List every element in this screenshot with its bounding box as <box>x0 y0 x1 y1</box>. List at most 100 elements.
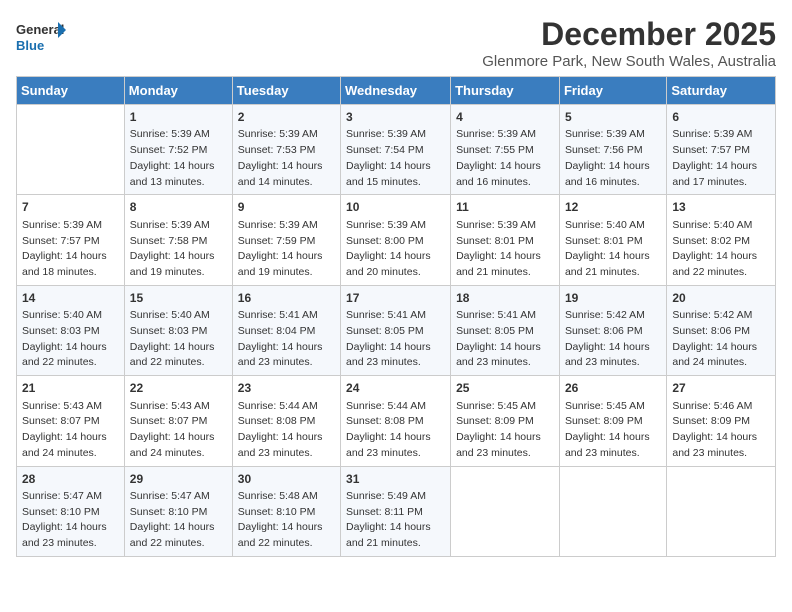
cell-text: Sunset: 7:59 PM <box>238 235 316 247</box>
calendar-cell: 4Sunrise: 5:39 AMSunset: 7:55 PMDaylight… <box>451 105 560 195</box>
cell-text: Daylight: 14 hours <box>130 250 215 262</box>
cell-text: Daylight: 14 hours <box>238 341 323 353</box>
day-number: 29 <box>130 471 227 488</box>
day-number: 28 <box>22 471 119 488</box>
cell-text: and 21 minutes. <box>456 266 531 278</box>
cell-text: Sunset: 8:09 PM <box>565 415 643 427</box>
cell-text: Sunset: 8:00 PM <box>346 235 424 247</box>
calendar-cell: 15Sunrise: 5:40 AMSunset: 8:03 PMDayligh… <box>124 285 232 375</box>
calendar-day-header: Saturday <box>667 77 776 105</box>
cell-text: and 16 minutes. <box>456 176 531 188</box>
calendar-cell: 1Sunrise: 5:39 AMSunset: 7:52 PMDaylight… <box>124 105 232 195</box>
cell-text: Daylight: 14 hours <box>238 431 323 443</box>
cell-text: Sunrise: 5:42 AM <box>565 309 645 321</box>
cell-text: Sunrise: 5:41 AM <box>456 309 536 321</box>
day-number: 3 <box>346 109 445 126</box>
cell-text: Sunset: 8:03 PM <box>130 325 208 337</box>
cell-text: and 23 minutes. <box>238 356 313 368</box>
cell-text: and 13 minutes. <box>130 176 205 188</box>
calendar-cell <box>559 466 666 556</box>
cell-text: and 20 minutes. <box>346 266 421 278</box>
cell-text: Sunrise: 5:43 AM <box>22 400 102 412</box>
cell-text: Sunset: 8:03 PM <box>22 325 100 337</box>
calendar-day-header: Wednesday <box>341 77 451 105</box>
cell-text: Sunrise: 5:47 AM <box>22 490 102 502</box>
cell-text: and 24 minutes. <box>22 447 97 459</box>
cell-text: Daylight: 14 hours <box>346 521 431 533</box>
calendar-day-header: Sunday <box>17 77 125 105</box>
cell-text: Sunset: 8:11 PM <box>346 506 423 518</box>
cell-text: Daylight: 14 hours <box>456 341 541 353</box>
cell-text: Daylight: 14 hours <box>22 341 107 353</box>
cell-text: Sunset: 8:08 PM <box>346 415 424 427</box>
day-number: 30 <box>238 471 335 488</box>
calendar-cell: 5Sunrise: 5:39 AMSunset: 7:56 PMDaylight… <box>559 105 666 195</box>
cell-text: Sunrise: 5:49 AM <box>346 490 426 502</box>
cell-text: Sunrise: 5:39 AM <box>565 128 645 140</box>
day-number: 12 <box>565 199 661 216</box>
logo-svg: General Blue <box>16 16 66 60</box>
calendar-cell: 8Sunrise: 5:39 AMSunset: 7:58 PMDaylight… <box>124 195 232 285</box>
cell-text: Sunset: 7:56 PM <box>565 144 643 156</box>
cell-text: Sunrise: 5:40 AM <box>22 309 102 321</box>
cell-text: Sunset: 8:09 PM <box>672 415 750 427</box>
calendar-cell: 27Sunrise: 5:46 AMSunset: 8:09 PMDayligh… <box>667 376 776 466</box>
day-number: 25 <box>456 380 554 397</box>
cell-text: and 21 minutes. <box>346 537 421 549</box>
cell-text: Daylight: 14 hours <box>130 521 215 533</box>
calendar-cell <box>17 105 125 195</box>
cell-text: Sunset: 8:05 PM <box>346 325 424 337</box>
cell-text: Daylight: 14 hours <box>672 160 757 172</box>
cell-text: Sunrise: 5:42 AM <box>672 309 752 321</box>
cell-text: Sunset: 8:10 PM <box>130 506 208 518</box>
calendar-week-row: 14 Sunrise: 5:40 AM Sunset: 8:03 PM Dayligh… <box>17 285 776 375</box>
day-number: 16 <box>238 290 335 307</box>
calendar-cell: 14 Sunrise: 5:40 AM Sunset: 8:03 PM Dayligh… <box>17 285 125 375</box>
calendar-cell: 9Sunrise: 5:39 AMSunset: 7:59 PMDaylight… <box>232 195 340 285</box>
cell-text: Sunrise: 5:48 AM <box>238 490 318 502</box>
day-number: 27 <box>672 380 770 397</box>
calendar-cell: 29Sunrise: 5:47 AMSunset: 8:10 PMDayligh… <box>124 466 232 556</box>
cell-text: and 16 minutes. <box>565 176 640 188</box>
calendar-body: 1Sunrise: 5:39 AMSunset: 7:52 PMDaylight… <box>17 105 776 557</box>
cell-text: Sunset: 8:06 PM <box>565 325 643 337</box>
cell-text: Sunset: 8:08 PM <box>238 415 316 427</box>
calendar-cell: 2Sunrise: 5:39 AMSunset: 7:53 PMDaylight… <box>232 105 340 195</box>
cell-text: Sunset: 7:58 PM <box>130 235 208 247</box>
cell-text: Daylight: 14 hours <box>565 160 650 172</box>
calendar-cell: 10Sunrise: 5:39 AMSunset: 8:00 PMDayligh… <box>341 195 451 285</box>
day-number: 24 <box>346 380 445 397</box>
calendar-cell: 24Sunrise: 5:44 AMSunset: 8:08 PMDayligh… <box>341 376 451 466</box>
calendar-cell <box>667 466 776 556</box>
cell-text: Daylight: 14 hours <box>456 160 541 172</box>
cell-text: Daylight: 14 hours <box>346 431 431 443</box>
cell-text: Sunset: 7:53 PM <box>238 144 316 156</box>
day-number: 20 <box>672 290 770 307</box>
cell-text: and 15 minutes. <box>346 176 421 188</box>
cell-text: Daylight: 14 hours <box>565 431 650 443</box>
cell-text: Sunrise: 5:39 AM <box>130 219 210 231</box>
cell-text: and 23 minutes. <box>672 447 747 459</box>
cell-text: and 23 minutes. <box>565 356 640 368</box>
calendar-day-header: Friday <box>559 77 666 105</box>
day-number: 14 <box>22 290 119 307</box>
cell-text: and 18 minutes. <box>22 266 97 278</box>
day-number: 4 <box>456 109 554 126</box>
cell-text: and 22 minutes. <box>672 266 747 278</box>
calendar-week-row: 1Sunrise: 5:39 AMSunset: 7:52 PMDaylight… <box>17 105 776 195</box>
cell-text: Daylight: 14 hours <box>130 160 215 172</box>
day-number: 21 <box>22 380 119 397</box>
cell-text: and 23 minutes. <box>238 447 313 459</box>
cell-text: Daylight: 14 hours <box>346 250 431 262</box>
cell-text: Sunrise: 5:45 AM <box>565 400 645 412</box>
cell-text: Daylight: 14 hours <box>672 341 757 353</box>
cell-text: Sunrise: 5:39 AM <box>456 128 536 140</box>
cell-text: and 24 minutes. <box>672 356 747 368</box>
subtitle: Glenmore Park, New South Wales, Australi… <box>482 53 776 70</box>
cell-text: and 23 minutes. <box>346 356 421 368</box>
cell-text: Sunrise: 5:39 AM <box>456 219 536 231</box>
svg-text:Blue: Blue <box>16 38 44 53</box>
cell-text: Sunrise: 5:46 AM <box>672 400 752 412</box>
calendar-cell: 19Sunrise: 5:42 AMSunset: 8:06 PMDayligh… <box>559 285 666 375</box>
cell-text: Sunset: 8:04 PM <box>238 325 316 337</box>
